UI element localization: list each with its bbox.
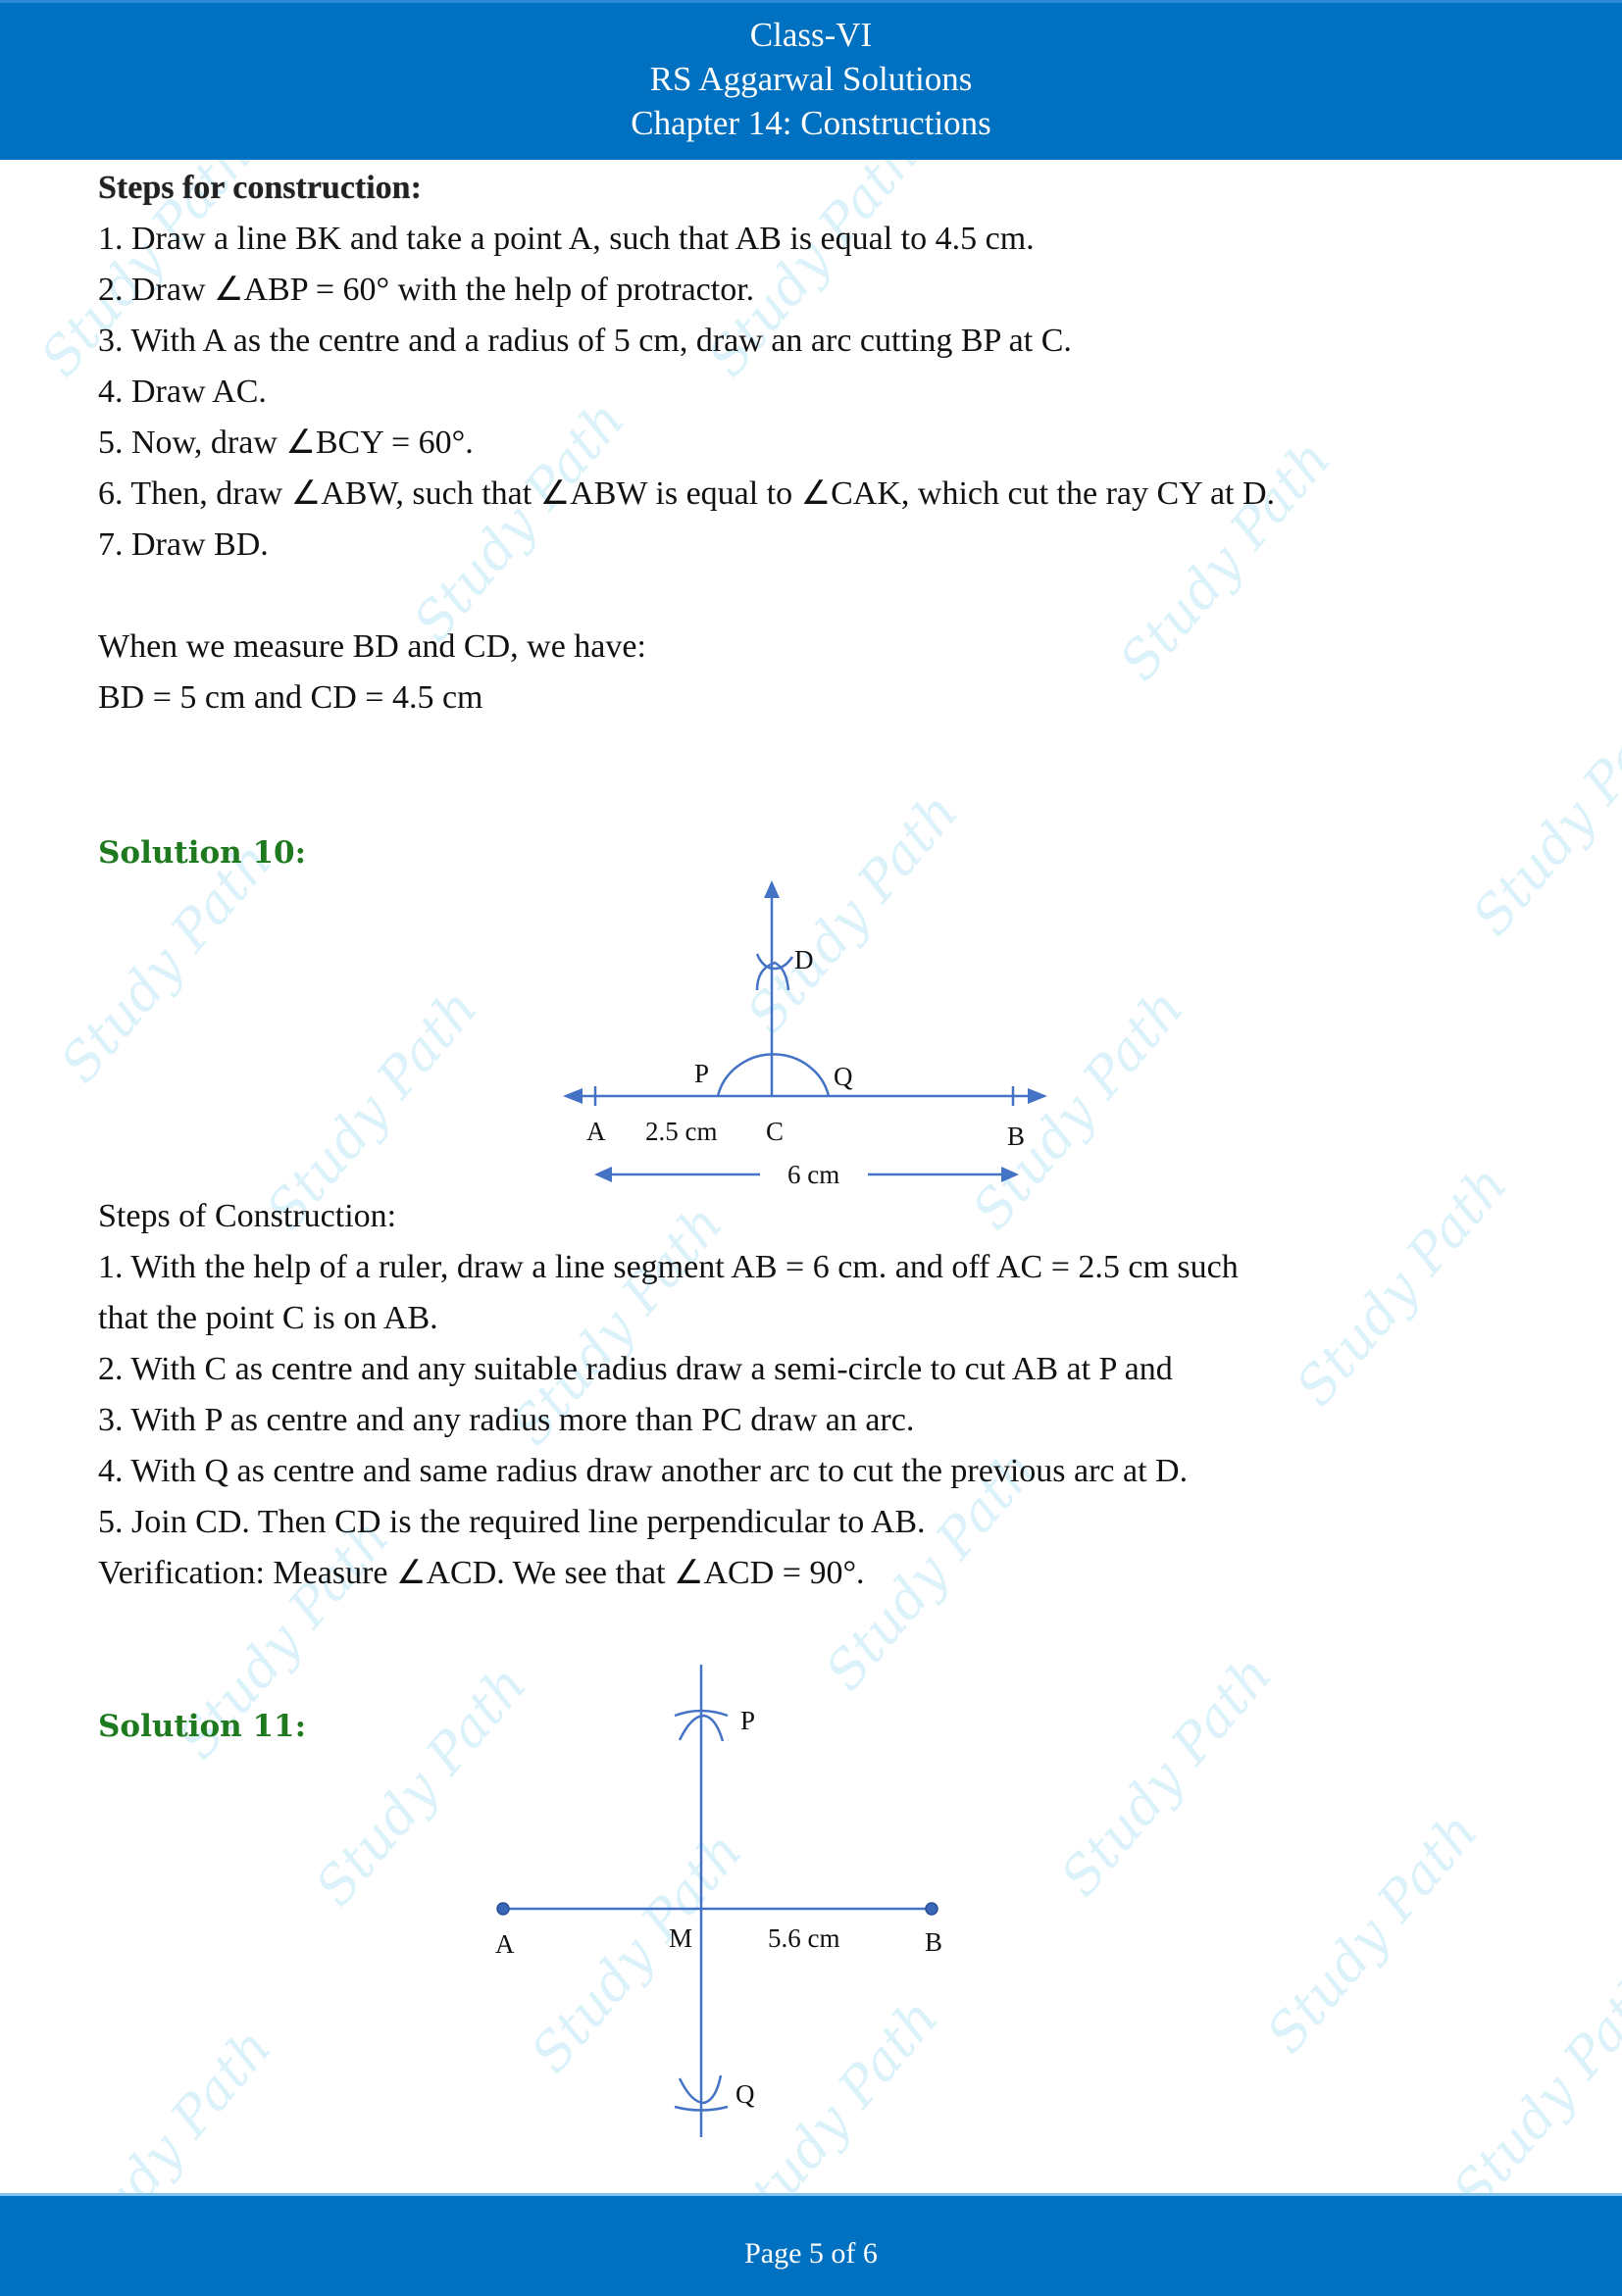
measure-intro: When we measure BD and CD, we have: — [98, 628, 646, 665]
point-a — [496, 1902, 510, 1916]
label-b: B — [925, 1927, 942, 1957]
step: 1. With the help of a ruler, draw a line… — [98, 1249, 1239, 1285]
measure-result: BD = 5 cm and CD = 4.5 cm — [98, 679, 483, 716]
prev-step: 2. Draw ∠ABP = 60° with the help of prot… — [98, 272, 755, 308]
page-number: Page 5 of 6 — [744, 2237, 878, 2270]
solution-10-figure: D P Q A 2.5 cm C B 6 cm — [563, 880, 1047, 1189]
label-p: P — [694, 1059, 709, 1088]
watermark: Study Path — [1284, 1153, 1520, 1419]
prev-step: 6. Then, draw ∠ABW, such that ∠ABW is eq… — [98, 475, 1276, 512]
label-p: P — [740, 1706, 755, 1735]
arrow-up-icon — [764, 880, 780, 898]
label-q: Q — [834, 1062, 853, 1091]
solution-10-steps: Steps of Construction: 1. With the help … — [98, 1191, 1239, 1599]
watermark: Study Path — [1460, 682, 1622, 948]
header-class: Class-VI — [749, 16, 873, 54]
label-m: M — [669, 1923, 692, 1953]
label-q: Q — [735, 2079, 755, 2109]
label-ab-length: 6 cm — [787, 1160, 839, 1189]
page-header: Class-VI RS Aggarwal Solutions Chapter 1… — [0, 0, 1622, 160]
header-chapter: Chapter 14: Constructions — [631, 104, 991, 142]
prev-step: 7. Draw BD. — [98, 526, 269, 563]
dim-arrow-left-icon — [594, 1167, 612, 1182]
arrow-left-icon — [563, 1088, 583, 1104]
label-b: B — [1007, 1122, 1025, 1151]
steps-title: Steps of Construction: — [98, 1198, 397, 1234]
semicircle-pq — [716, 1053, 831, 1097]
dim-arrow-right-icon — [1001, 1167, 1019, 1182]
watermark: Study Path — [1048, 1643, 1285, 1909]
solution-11-heading: Solution 11: — [98, 1709, 307, 1744]
prev-step: 3. With A as the centre and a radius of … — [98, 323, 1072, 359]
step: 3. With P as centre and any radius more … — [98, 1402, 915, 1438]
label-d: D — [794, 945, 814, 974]
step: that the point C is on AB. — [98, 1300, 438, 1336]
label-a: A — [495, 1929, 515, 1959]
solution-11-figure: P A M 5.6 cm B Q — [495, 1665, 942, 2137]
step: 2. With C as centre and any suitable rad… — [98, 1351, 1173, 1387]
prev-steps-title: Steps for construction: — [98, 170, 422, 206]
label-c: C — [766, 1117, 784, 1146]
prev-step: 4. Draw AC. — [98, 374, 267, 410]
arc-d-left — [755, 953, 794, 971]
label-mb-length: 5.6 cm — [768, 1923, 840, 1953]
verification: Verification: Measure ∠ACD. We see that … — [98, 1555, 865, 1591]
solution-10-heading: Solution 10: — [98, 835, 307, 871]
prev-steps-block: Steps for construction: 1. Draw a line B… — [98, 163, 1275, 724]
point-b — [925, 1902, 938, 1916]
prev-step: 1. Draw a line BK and take a point A, su… — [98, 221, 1035, 257]
watermark: Study Path — [1254, 1800, 1491, 2066]
step: 4. With Q as centre and same radius draw… — [98, 1453, 1189, 1489]
label-a: A — [586, 1117, 606, 1146]
page-footer: Page 5 of 6 — [0, 2193, 1622, 2296]
watermark: Study Path — [1441, 1957, 1622, 2222]
step: 5. Join CD. Then CD is the required line… — [98, 1504, 926, 1540]
header-book: RS Aggarwal Solutions — [649, 60, 973, 98]
arrow-right-icon — [1028, 1088, 1047, 1104]
label-ac-length: 2.5 cm — [645, 1117, 718, 1146]
prev-step: 5. Now, draw ∠BCY = 60°. — [98, 424, 474, 461]
